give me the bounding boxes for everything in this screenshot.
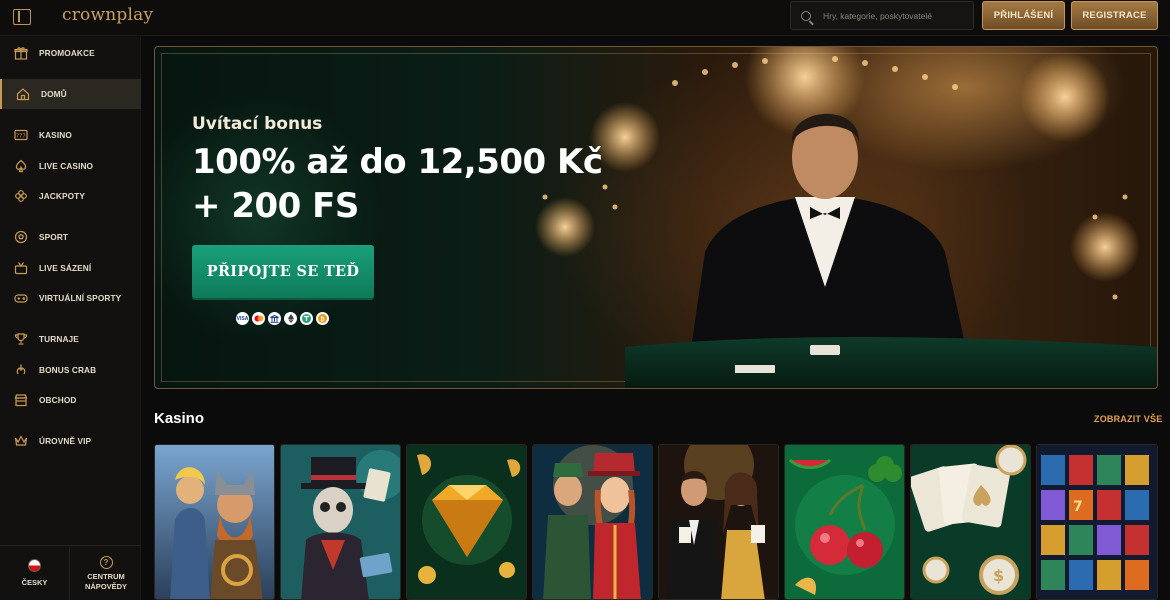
svg-text:777: 777 — [16, 134, 26, 140]
bank-icon — [268, 312, 281, 325]
sidebar-item-label: DOMŮ — [41, 89, 67, 99]
gamepad-icon — [14, 291, 28, 305]
sidebar-item-label: KASINO — [39, 130, 72, 140]
sidebar-item-kasino[interactable]: 777 KASINO — [0, 120, 141, 150]
game-tile[interactable] — [658, 444, 779, 600]
search-placeholder: Hry, kategorie, poskytovatelé — [823, 10, 932, 21]
see-all-link[interactable]: ZOBRAZIT VŠE — [1094, 414, 1162, 424]
svg-text:$: $ — [993, 566, 1004, 585]
sidebar-item-label: LIVE CASINO — [39, 161, 94, 171]
logo[interactable]: crownplay — [62, 5, 153, 25]
language-label: ČESKY — [21, 578, 48, 587]
sidebar-item-bonus-crab[interactable]: BONUS CRAB — [0, 355, 141, 385]
sidebar-item-sport[interactable]: SPORT — [0, 222, 141, 252]
search-input[interactable]: Hry, kategorie, poskytovatelé — [790, 1, 974, 30]
trophy-icon — [14, 332, 28, 346]
game-tile[interactable] — [154, 444, 275, 600]
help-label-line1: CENTRUM — [87, 571, 125, 581]
bitcoin-icon: ₿ — [316, 312, 329, 325]
sidebar: PROMOAKCE DOMŮ 777 KASINO LIVE CASINO JA… — [0, 37, 141, 600]
sidebar-item-turnaje[interactable]: TURNAJE — [0, 324, 141, 354]
help-center-button[interactable]: ? CENTRUM NÁPOVĚDY — [71, 546, 141, 600]
gift-icon — [14, 46, 28, 60]
sidebar-footer: ČESKY ? CENTRUM NÁPOVĚDY — [0, 545, 141, 600]
sidebar-item-obchod[interactable]: OBCHOD — [0, 385, 141, 415]
soccer-ball-icon — [14, 230, 28, 244]
claw-icon — [14, 363, 28, 377]
ethereum-icon — [284, 312, 297, 325]
sidebar-item-live-casino[interactable]: LIVE CASINO — [0, 151, 141, 181]
section-title-casino: Kasino — [154, 410, 205, 427]
hero-title-line1: 100% až do 12,500 Kč — [192, 142, 603, 182]
game-tile[interactable] — [280, 444, 401, 600]
sidebar-toggle-icon[interactable] — [13, 9, 31, 25]
mastercard-icon — [252, 312, 265, 325]
hero-title: 100% až do 12,500 Kč + 200 FS — [192, 140, 603, 228]
game-tile[interactable]: $ — [910, 444, 1031, 600]
login-button[interactable]: PŘIHLÁŠENÍ — [982, 1, 1065, 30]
game-thumbnail-slot-reels: 7 — [1037, 445, 1157, 599]
help-label-line2: NÁPOVĚDY — [84, 581, 128, 591]
tether-icon — [300, 312, 313, 325]
clover-icon — [14, 189, 28, 203]
shop-icon — [14, 393, 28, 407]
hero-title-line2: + 200 FS — [192, 186, 359, 226]
sidebar-item-label: PROMOAKCE — [39, 48, 95, 58]
game-tile[interactable] — [532, 444, 653, 600]
spade-icon — [14, 159, 28, 173]
sidebar-item-jackpoty[interactable]: JACKPOTY — [0, 181, 141, 211]
sidebar-item-label: ÚROVNĚ VIP — [39, 436, 92, 446]
czech-flag-icon — [28, 559, 41, 572]
question-mark-icon: ? — [99, 555, 113, 569]
language-button[interactable]: ČESKY — [0, 546, 70, 600]
sidebar-item-label: JACKPOTY — [39, 191, 85, 201]
sidebar-item-label: SPORT — [39, 232, 69, 242]
hero-subtitle: Uvítací bonus — [192, 114, 323, 134]
slot-777-icon: 777 — [14, 128, 28, 142]
live-betting-icon — [14, 261, 28, 275]
game-thumbnail-cards-chips: $ — [911, 445, 1030, 599]
sidebar-item-urovne-vip[interactable]: ÚROVNĚ VIP — [0, 426, 141, 456]
sidebar-item-live-sazeni[interactable]: LIVE SÁZENÍ — [0, 253, 141, 283]
join-now-button[interactable]: PŘIPOJTE SE TEĎ — [192, 245, 374, 298]
sidebar-item-promoakce[interactable]: PROMOAKCE — [0, 38, 141, 68]
game-tile[interactable] — [784, 444, 905, 600]
svg-text:7: 7 — [1073, 499, 1083, 515]
game-thumbnail-viking — [155, 445, 274, 599]
game-thumbnail-golden-diamond — [407, 445, 526, 599]
sidebar-item-virtualni-sporty[interactable]: VIRTUÁLNÍ SPORTY — [0, 283, 141, 313]
search-icon — [801, 10, 811, 21]
register-button[interactable]: REGISTRACE — [1071, 1, 1158, 30]
casino-host-illustration — [535, 47, 1157, 388]
sidebar-item-label: TURNAJE — [39, 334, 79, 344]
sidebar-item-label: BONUS CRAB — [39, 365, 97, 375]
visa-icon: VISA — [236, 312, 249, 325]
sidebar-item-domu[interactable]: DOMŮ — [0, 79, 141, 109]
svg-text:₿: ₿ — [320, 315, 325, 323]
game-thumbnail-ringmaster — [533, 445, 652, 599]
home-icon — [16, 87, 30, 101]
game-thumbnail-top-hat-skeleton — [281, 445, 400, 599]
hero-banner[interactable]: Uvítací bonus 100% až do 12,500 Kč + 200… — [154, 46, 1158, 389]
sidebar-item-label: OBCHOD — [39, 395, 77, 405]
sidebar-item-label: VIRTUÁLNÍ SPORTY — [39, 293, 122, 303]
game-tile[interactable] — [406, 444, 527, 600]
payment-methods: VISA ₿ — [236, 312, 329, 325]
game-thumbnail-fruits — [785, 445, 904, 599]
game-thumbnail-live-dealers — [659, 445, 778, 599]
sidebar-item-label: LIVE SÁZENÍ — [39, 263, 92, 273]
crown-icon — [14, 434, 28, 448]
top-bar: crownplay Hry, kategorie, poskytovatelé … — [0, 0, 1170, 36]
game-tile[interactable]: 7 — [1036, 444, 1158, 600]
